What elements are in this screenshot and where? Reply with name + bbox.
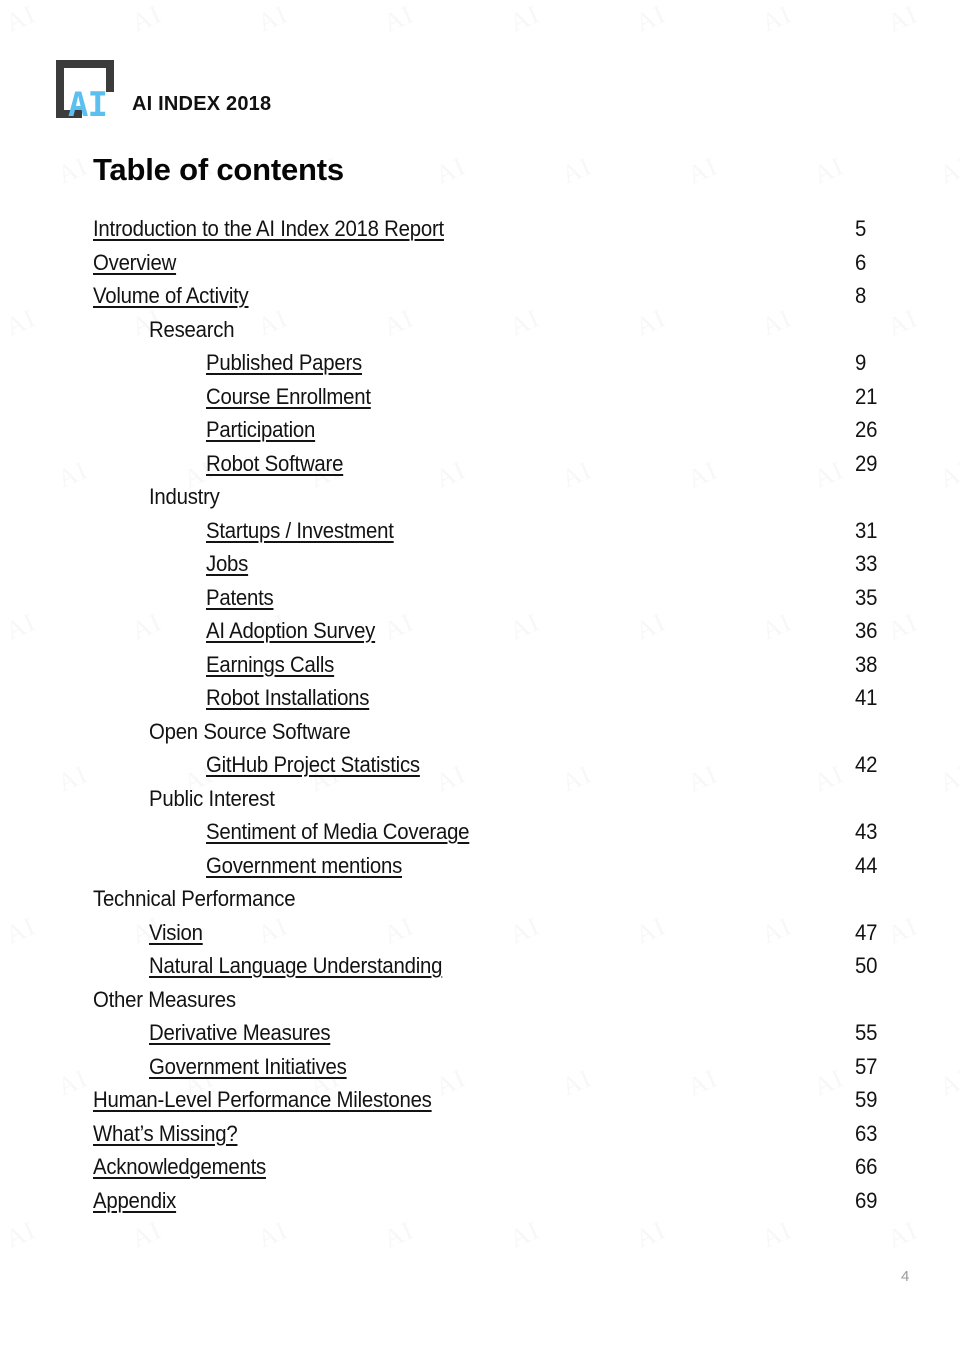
toc-entry[interactable]: Natural Language Understanding 50 bbox=[0, 949, 960, 983]
toc-entry: Other Measures bbox=[0, 983, 960, 1017]
toc-entry-link[interactable]: Course Enrollment bbox=[206, 380, 371, 414]
toc-entry: Research bbox=[0, 313, 960, 347]
toc-entry-link[interactable]: Appendix bbox=[93, 1184, 176, 1218]
toc-entry-link[interactable]: AI Adoption Survey bbox=[206, 614, 375, 648]
toc-entry-page-number: 66 bbox=[855, 1154, 878, 1179]
toc-entry-link[interactable]: Overview bbox=[93, 246, 176, 280]
toc-entry[interactable]: Government mentions 44 bbox=[0, 849, 960, 883]
toc-entry[interactable]: Participation 26 bbox=[0, 413, 960, 447]
toc-entry[interactable]: Government Initiatives 57 bbox=[0, 1050, 960, 1084]
page-title: Table of contents bbox=[93, 152, 344, 187]
toc-entry[interactable]: Robot Software 29 bbox=[0, 447, 960, 481]
toc-entry[interactable]: Earnings Calls 38 bbox=[0, 648, 960, 682]
toc-entry-page-number: 6 bbox=[855, 249, 867, 275]
toc-entry[interactable]: Sentiment of Media Coverage 43 bbox=[0, 815, 960, 849]
toc-entry[interactable]: Introduction to the AI Index 2018 Report… bbox=[0, 212, 960, 246]
toc-entry-link[interactable]: Introduction to the AI Index 2018 Report bbox=[93, 212, 444, 246]
toc-entry: Public Interest bbox=[0, 782, 960, 816]
toc-entry-link[interactable]: Robot Software bbox=[206, 447, 343, 481]
brand-wordmark: AI INDEX 2018 bbox=[132, 93, 272, 115]
toc-entry-link[interactable]: What’s Missing? bbox=[93, 1117, 238, 1151]
toc-entry[interactable]: AI Adoption Survey 36 bbox=[0, 614, 960, 648]
toc-entry: Open Source Software bbox=[0, 715, 960, 749]
toc-entry-link[interactable]: Patents bbox=[206, 581, 274, 615]
toc-entry-link[interactable]: Derivative Measures bbox=[149, 1016, 331, 1050]
toc-entry[interactable]: Acknowledgements 66 bbox=[0, 1150, 960, 1184]
toc-entry-page-number: 33 bbox=[855, 551, 878, 576]
toc-entry-link[interactable]: Jobs bbox=[206, 547, 248, 581]
toc-entry[interactable]: Jobs 33 bbox=[0, 547, 960, 581]
toc-entry-page-number: 42 bbox=[855, 752, 878, 777]
toc-entry[interactable]: GitHub Project Statistics 42 bbox=[0, 748, 960, 782]
toc-entry-label: Open Source Software bbox=[149, 718, 351, 744]
toc-entry-page-number: 41 bbox=[855, 685, 878, 710]
toc-entry[interactable]: Vision 47 bbox=[0, 916, 960, 950]
table-of-contents: Introduction to the AI Index 2018 Report… bbox=[0, 212, 960, 1217]
toc-entry-page-number: 21 bbox=[855, 383, 878, 409]
toc-entry-link[interactable]: Government mentions bbox=[206, 849, 402, 883]
toc-entry-page-number: 35 bbox=[855, 584, 878, 610]
toc-entry: Technical Performance bbox=[0, 882, 960, 916]
toc-entry-label: Industry bbox=[149, 484, 220, 509]
toc-entry-page-number: 8 bbox=[855, 283, 867, 308]
logo-ai-letters: AI bbox=[68, 85, 108, 125]
toc-entry-page-number: 55 bbox=[855, 1020, 878, 1045]
toc-entry-page-number: 29 bbox=[855, 450, 878, 476]
toc-entry[interactable]: Appendix 69 bbox=[0, 1184, 960, 1218]
toc-entry-link[interactable]: Volume of Activity bbox=[93, 279, 249, 313]
toc-entry-label: Technical Performance bbox=[93, 886, 296, 911]
toc-entry-page-number: 57 bbox=[855, 1053, 878, 1079]
toc-entry[interactable]: Startups / Investment 31 bbox=[0, 514, 960, 548]
toc-entry-link[interactable]: Acknowledgements bbox=[93, 1150, 266, 1184]
toc-entry-link[interactable]: Human-Level Performance Milestones bbox=[93, 1083, 432, 1117]
toc-entry[interactable]: Derivative Measures 55 bbox=[0, 1016, 960, 1050]
toc-entry-page-number: 9 bbox=[855, 350, 867, 375]
toc-entry[interactable]: Patents 35 bbox=[0, 581, 960, 615]
toc-entry-page-number: 50 bbox=[855, 953, 878, 978]
toc-entry[interactable]: Human-Level Performance Milestones 59 bbox=[0, 1083, 960, 1117]
toc-entry-page-number: 38 bbox=[855, 651, 878, 677]
toc-entry-link[interactable]: Robot Installations bbox=[206, 681, 369, 715]
toc-entry[interactable]: Course Enrollment 21 bbox=[0, 380, 960, 414]
document-page: AI AI INDEX 2018 Table of contents Intro… bbox=[0, 0, 960, 1357]
toc-entry-link[interactable]: Natural Language Understanding bbox=[149, 949, 442, 983]
toc-entry[interactable]: What’s Missing? 63 bbox=[0, 1117, 960, 1151]
toc-entry-label: Other Measures bbox=[93, 986, 236, 1012]
toc-entry[interactable]: Overview 6 bbox=[0, 246, 960, 280]
brand-header: AI AI INDEX 2018 bbox=[52, 56, 271, 130]
toc-entry[interactable]: Robot Installations 41 bbox=[0, 681, 960, 715]
toc-entry-page-number: 26 bbox=[855, 417, 878, 442]
toc-entry-page-number: 31 bbox=[855, 517, 878, 543]
toc-entry[interactable]: Published Papers 9 bbox=[0, 346, 960, 380]
toc-entry-link[interactable]: Vision bbox=[149, 916, 203, 950]
toc-entry[interactable]: Volume of Activity 8 bbox=[0, 279, 960, 313]
toc-entry-label: Research bbox=[149, 316, 235, 342]
ai-index-logo-icon: AI bbox=[52, 58, 124, 130]
toc-entry-page-number: 44 bbox=[855, 852, 878, 878]
toc-entry-label: Public Interest bbox=[149, 785, 275, 811]
toc-entry-page-number: 5 bbox=[855, 216, 867, 241]
toc-entry: Industry bbox=[0, 480, 960, 514]
toc-entry-link[interactable]: GitHub Project Statistics bbox=[206, 748, 420, 782]
toc-entry-link[interactable]: Earnings Calls bbox=[206, 648, 334, 682]
toc-entry-link[interactable]: Government Initiatives bbox=[149, 1050, 347, 1084]
toc-entry-page-number: 43 bbox=[855, 819, 878, 844]
footer-page-number: 4 bbox=[901, 1268, 910, 1285]
toc-entry-page-number: 63 bbox=[855, 1120, 878, 1146]
toc-entry-link[interactable]: Sentiment of Media Coverage bbox=[206, 815, 470, 849]
toc-entry-link[interactable]: Participation bbox=[206, 413, 315, 447]
toc-entry-page-number: 36 bbox=[855, 618, 878, 643]
toc-entry-page-number: 59 bbox=[855, 1087, 878, 1112]
toc-entry-page-number: 47 bbox=[855, 919, 878, 945]
toc-entry-page-number: 69 bbox=[855, 1187, 878, 1213]
toc-entry-link[interactable]: Published Papers bbox=[206, 346, 362, 380]
toc-entry-link[interactable]: Startups / Investment bbox=[206, 514, 394, 548]
